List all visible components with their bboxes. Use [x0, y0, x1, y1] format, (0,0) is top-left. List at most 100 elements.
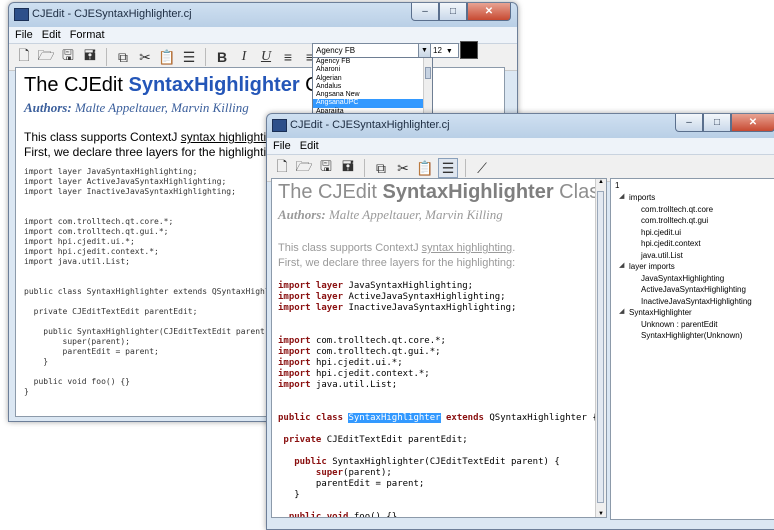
toolbar-separator — [205, 48, 206, 66]
close-icon: ✕ — [484, 6, 494, 17]
outline-item[interactable]: ActiveJavaSyntaxHighlighting — [641, 284, 746, 295]
save-icon[interactable]: 🖫 — [317, 158, 335, 177]
font-option[interactable]: Agency FB — [313, 58, 432, 66]
maximize-button[interactable]: □ — [439, 3, 467, 21]
underline-icon[interactable]: U — [257, 48, 275, 66]
paste-icon[interactable]: 📋 — [416, 159, 434, 177]
code-keyword: import layer — [278, 292, 349, 302]
code-line: import java.util.List; — [278, 380, 600, 391]
font-size-combo[interactable]: 12 ▼ — [430, 43, 459, 58]
menu-edit[interactable]: Edit — [300, 140, 319, 152]
menu-file[interactable]: File — [273, 140, 291, 152]
save-icon[interactable]: 🖫 — [59, 47, 77, 66]
scrollbar-thumb[interactable] — [597, 191, 604, 503]
code-keyword: super — [278, 468, 344, 478]
scrollbar-thumb[interactable] — [425, 67, 431, 79]
code-text: ActiveJavaSyntaxHighlighting; — [348, 292, 506, 302]
outline-item[interactable]: Unknown : parentEdit — [641, 319, 718, 330]
outline-item[interactable]: layer imports — [629, 261, 675, 272]
expand-toggle-icon[interactable]: ◢ — [619, 261, 624, 269]
font-option[interactable]: Andalus — [313, 83, 432, 91]
outline-item[interactable]: java.util.List — [641, 250, 683, 261]
outline-item[interactable]: hpi.cjedit.context — [641, 238, 701, 249]
editor-scrollbar[interactable]: ▲ ▼ — [595, 179, 606, 517]
italic-icon[interactable]: I — [235, 48, 253, 66]
scroll-up-icon[interactable]: ▲ — [596, 179, 606, 185]
outline-toggle-icon[interactable]: ☰ — [438, 158, 458, 178]
code-text: SyntaxHighlighter(CJEditTextEdit parent)… — [332, 457, 560, 467]
outline-tree[interactable]: 1 ◢ imports com.trolltech.qt.core com.troll… — [610, 178, 774, 520]
expand-toggle-icon[interactable]: ◢ — [619, 192, 624, 200]
outline-item[interactable]: SyntaxHighlighter(Unknown) — [641, 330, 742, 341]
open-folder-icon[interactable]: 🗁 — [295, 158, 313, 177]
code-text: CJEditTextEdit parentEdit; — [326, 435, 468, 445]
save-all-icon[interactable]: 🖬 — [81, 47, 99, 66]
maximize-icon: □ — [713, 117, 721, 128]
text-color-button[interactable] — [460, 41, 478, 59]
toolbar-separator — [364, 159, 365, 177]
copy-icon[interactable]: ⧉ — [114, 48, 132, 66]
maximize-button[interactable]: □ — [703, 114, 731, 132]
font-option[interactable]: Angsana New — [313, 91, 432, 99]
close-button[interactable]: ✕ — [467, 3, 511, 21]
outline-toggle-icon[interactable]: ☰ — [180, 48, 198, 66]
menu-edit[interactable]: Edit — [42, 29, 61, 41]
back-window-title: CJEdit - CJESyntaxHighlighter.cj — [32, 8, 192, 20]
code-line: public SyntaxHighlighter(CJEditTextEdit … — [278, 457, 600, 468]
front-editor[interactable]: The CJEdit SyntaxHighlighter Class Autho… — [271, 178, 607, 518]
back-menubar: File Edit Format — [9, 27, 517, 44]
menu-file[interactable]: File — [15, 29, 33, 41]
code-line: public class SyntaxHighlighter extends Q… — [278, 413, 600, 424]
new-file-icon[interactable]: 🗋 — [15, 47, 33, 66]
cut-icon[interactable]: ✂ — [394, 159, 412, 177]
font-option[interactable]: AngsanaUPC — [313, 99, 432, 108]
outline-item[interactable]: SyntaxHighlighter — [629, 307, 692, 318]
open-folder-icon[interactable]: 🗁 — [37, 47, 55, 66]
code-text: foo() {} — [353, 512, 398, 518]
code-keyword: import layer — [278, 303, 349, 313]
chevron-down-icon[interactable]: ▼ — [418, 44, 430, 57]
code-text: hpi.cjedit.ui.*; — [315, 358, 403, 368]
minimize-icon: – — [686, 117, 692, 128]
code-selection: SyntaxHighlighter — [348, 413, 441, 423]
cut-icon[interactable]: ✂ — [136, 48, 154, 66]
font-combo-value: Agency FB — [316, 46, 356, 55]
close-button[interactable]: ✕ — [731, 114, 774, 132]
code-keyword: import — [278, 347, 316, 357]
font-option[interactable]: Algerian — [313, 75, 432, 83]
outline-item[interactable]: com.trolltech.qt.gui — [641, 215, 708, 226]
title-pre: The CJEdit — [24, 74, 129, 96]
syntax-highlighting-link[interactable]: syntax highlighting — [422, 242, 513, 254]
minimize-button[interactable]: – — [675, 114, 703, 132]
font-family-combo[interactable]: Agency FB ▼ — [312, 43, 431, 58]
bold-icon[interactable]: B — [213, 48, 231, 66]
new-file-icon[interactable]: 🗋 — [273, 158, 291, 177]
scroll-down-icon[interactable]: ▼ — [596, 511, 606, 517]
menu-format[interactable]: Format — [70, 29, 105, 41]
para-line2: First, we declare three layers for the h… — [278, 257, 516, 269]
outline-item[interactable]: hpi.cjedit.ui — [641, 227, 681, 238]
front-titlebar[interactable]: CJEdit - CJESyntaxHighlighter.cj – □ ✕ — [267, 114, 774, 138]
minimize-button[interactable]: – — [411, 3, 439, 21]
outline-item[interactable]: JavaSyntaxHighlighting — [641, 273, 724, 284]
magic-wand-icon[interactable]: ⟋ — [473, 159, 491, 177]
copy-icon[interactable]: ⧉ — [372, 159, 390, 177]
expand-toggle-icon[interactable]: ◢ — [619, 307, 624, 315]
outline-item[interactable]: imports — [629, 192, 655, 203]
front-window[interactable]: CJEdit - CJESyntaxHighlighter.cj – □ ✕ F… — [266, 113, 774, 530]
outline-item[interactable]: InactiveJavaSyntaxHighlighting — [641, 296, 752, 307]
paste-icon[interactable]: 📋 — [158, 48, 176, 66]
font-option[interactable]: Aharoni — [313, 66, 432, 74]
save-all-icon[interactable]: 🖬 — [339, 158, 357, 177]
syntax-highlighting-link[interactable]: syntax highlighting — [181, 130, 280, 144]
code-text: (parent); — [343, 468, 392, 478]
outline-item[interactable]: com.trolltech.qt.core — [641, 204, 713, 215]
code-line: super(parent); — [278, 468, 600, 479]
back-titlebar[interactable]: CJEdit - CJESyntaxHighlighter.cj – □ ✕ — [9, 3, 517, 27]
code-text: JavaSyntaxHighlighting; — [348, 281, 474, 291]
align-left-icon[interactable]: ≡ — [279, 48, 297, 66]
